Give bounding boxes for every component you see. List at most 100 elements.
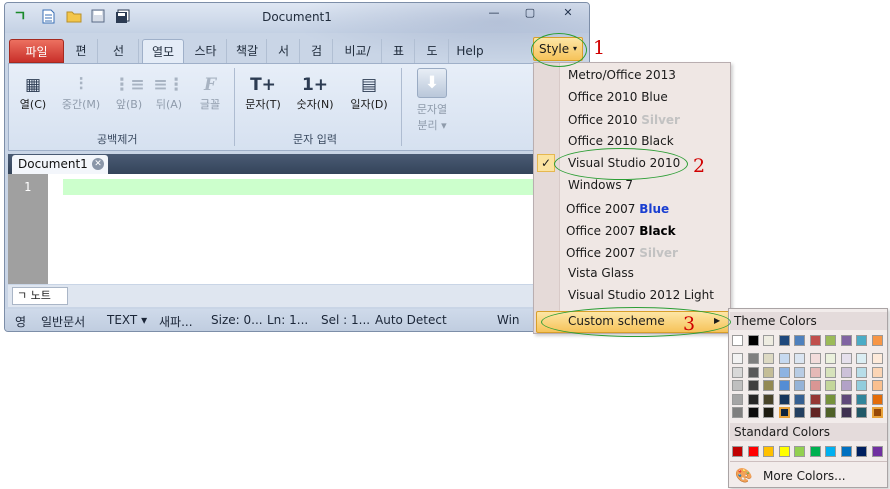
color-swatch[interactable] <box>856 366 867 378</box>
color-swatch[interactable] <box>809 353 821 364</box>
color-swatch[interactable] <box>809 380 821 391</box>
color-swatch[interactable] <box>871 380 883 391</box>
color-swatch[interactable] <box>794 380 805 391</box>
color-swatch[interactable] <box>747 393 759 405</box>
color-swatch[interactable] <box>778 393 790 405</box>
tab-bookmark[interactable]: 책갈 <box>228 39 267 63</box>
color-swatch[interactable] <box>763 393 774 405</box>
color-swatch[interactable] <box>763 380 774 391</box>
tab-format[interactable]: 서 <box>268 39 300 63</box>
color-swatch[interactable] <box>732 335 743 346</box>
standard-color-swatch[interactable] <box>778 446 790 457</box>
menu-item-office-2010-blue[interactable]: Office 2010 Blue <box>568 90 668 104</box>
color-swatch[interactable] <box>825 407 836 418</box>
color-swatch[interactable] <box>763 366 774 378</box>
color-swatch[interactable] <box>871 353 883 364</box>
tab-table[interactable]: 표 <box>383 39 415 63</box>
tab-style[interactable]: 스타 <box>185 39 227 63</box>
menu-item-office-2010-silver[interactable]: Office 2010 Silver <box>568 113 680 127</box>
color-swatch[interactable] <box>871 366 883 378</box>
color-swatch[interactable] <box>747 407 759 418</box>
color-swatch[interactable] <box>871 407 883 418</box>
color-swatch[interactable] <box>825 335 836 346</box>
color-swatch[interactable] <box>732 393 743 405</box>
color-swatch[interactable] <box>840 380 852 391</box>
color-swatch[interactable] <box>732 353 743 364</box>
maximize-button[interactable]: ▢ <box>519 5 541 21</box>
insert-text-button[interactable]: T+ 문자(T) <box>241 74 285 112</box>
color-swatch[interactable] <box>809 335 821 346</box>
color-swatch[interactable] <box>856 335 867 346</box>
standard-color-swatch[interactable] <box>794 446 805 457</box>
color-swatch[interactable] <box>856 407 867 418</box>
standard-color-swatch[interactable] <box>825 446 836 457</box>
color-swatch[interactable] <box>840 335 852 346</box>
color-swatch[interactable] <box>732 407 743 418</box>
insert-number-button[interactable]: 1+ 숫자(N) <box>291 74 339 112</box>
menu-item-metro-office-2013[interactable]: Metro/Office 2013 <box>568 68 676 82</box>
color-swatch[interactable] <box>840 393 852 405</box>
color-swatch[interactable] <box>747 353 759 364</box>
color-swatch[interactable] <box>794 366 805 378</box>
color-swatch[interactable] <box>778 380 790 391</box>
standard-color-swatch[interactable] <box>856 446 867 457</box>
color-swatch[interactable] <box>763 353 774 364</box>
minimize-button[interactable]: — <box>483 5 505 21</box>
color-swatch[interactable] <box>763 407 774 418</box>
format-dropdown[interactable]: TEXT ▾ <box>107 313 147 327</box>
color-swatch[interactable] <box>871 335 883 346</box>
menu-item-vista-glass[interactable]: Vista Glass <box>568 266 634 280</box>
document-tab[interactable]: Document1 ✕ <box>12 155 108 174</box>
standard-color-swatch[interactable] <box>732 446 743 457</box>
color-swatch[interactable] <box>778 353 790 364</box>
menu-item-office-2007-blue[interactable]: Office 2007 Blue <box>566 202 669 216</box>
color-swatch[interactable] <box>840 353 852 364</box>
color-swatch[interactable] <box>732 380 743 391</box>
color-swatch[interactable] <box>732 366 743 378</box>
editor-area[interactable]: 1 <box>8 174 588 284</box>
standard-color-swatch[interactable] <box>763 446 774 457</box>
encoding-status[interactable]: Auto Detect <box>375 313 447 327</box>
input-mode[interactable]: 영 <box>15 313 26 330</box>
tab-file[interactable]: 파일 <box>9 39 64 63</box>
color-swatch[interactable] <box>794 335 805 346</box>
color-swatch[interactable] <box>747 366 759 378</box>
color-swatch[interactable] <box>825 393 836 405</box>
color-swatch[interactable] <box>747 380 759 391</box>
color-swatch[interactable] <box>856 393 867 405</box>
color-swatch[interactable] <box>825 380 836 391</box>
color-swatch[interactable] <box>809 407 821 418</box>
tab-column-mode[interactable]: 열모 <box>142 39 184 63</box>
tab-search[interactable]: 검 <box>301 39 333 63</box>
color-swatch[interactable] <box>871 393 883 405</box>
tab-help[interactable]: Help <box>450 39 490 63</box>
menu-item-office-2010-black[interactable]: Office 2010 Black <box>568 134 674 148</box>
front-button[interactable]: ⋮≡ 앞(B) <box>111 74 147 112</box>
tab-tools[interactable]: 도 <box>416 39 449 63</box>
color-swatch[interactable] <box>747 335 759 346</box>
close-tab-icon[interactable]: ✕ <box>92 158 104 170</box>
color-swatch[interactable] <box>809 393 821 405</box>
menu-item-visual-studio-2012-light[interactable]: Visual Studio 2012 Light <box>568 288 714 302</box>
color-swatch[interactable] <box>778 366 790 378</box>
column-button[interactable]: ▦ 열(C) <box>15 74 51 112</box>
font-button[interactable]: F 글꼴 <box>191 74 229 112</box>
color-swatch[interactable] <box>794 393 805 405</box>
color-swatch[interactable] <box>856 353 867 364</box>
doc-type[interactable]: 일반문서 <box>41 313 85 330</box>
more-colors-button[interactable]: More Colors... <box>763 469 846 483</box>
tab-edit[interactable]: 편 <box>65 39 98 63</box>
split-string-button[interactable]: ⬇ 문자열 분리 ▾ <box>409 68 455 133</box>
color-swatch[interactable] <box>840 407 852 418</box>
color-swatch[interactable] <box>825 353 836 364</box>
standard-color-swatch[interactable] <box>871 446 883 457</box>
color-swatch[interactable] <box>825 366 836 378</box>
color-swatch[interactable] <box>778 335 790 346</box>
menu-item-office-2007-silver[interactable]: Office 2007 Silver <box>566 246 678 260</box>
notes-tab[interactable]: ㄱ 노트 <box>12 287 68 305</box>
color-swatch[interactable] <box>778 407 790 418</box>
color-swatch[interactable] <box>763 335 774 346</box>
menu-item-windows-7[interactable]: Windows 7 <box>568 178 633 192</box>
insert-date-button[interactable]: ▤ 일자(D) <box>345 74 393 112</box>
color-swatch[interactable] <box>794 407 805 418</box>
